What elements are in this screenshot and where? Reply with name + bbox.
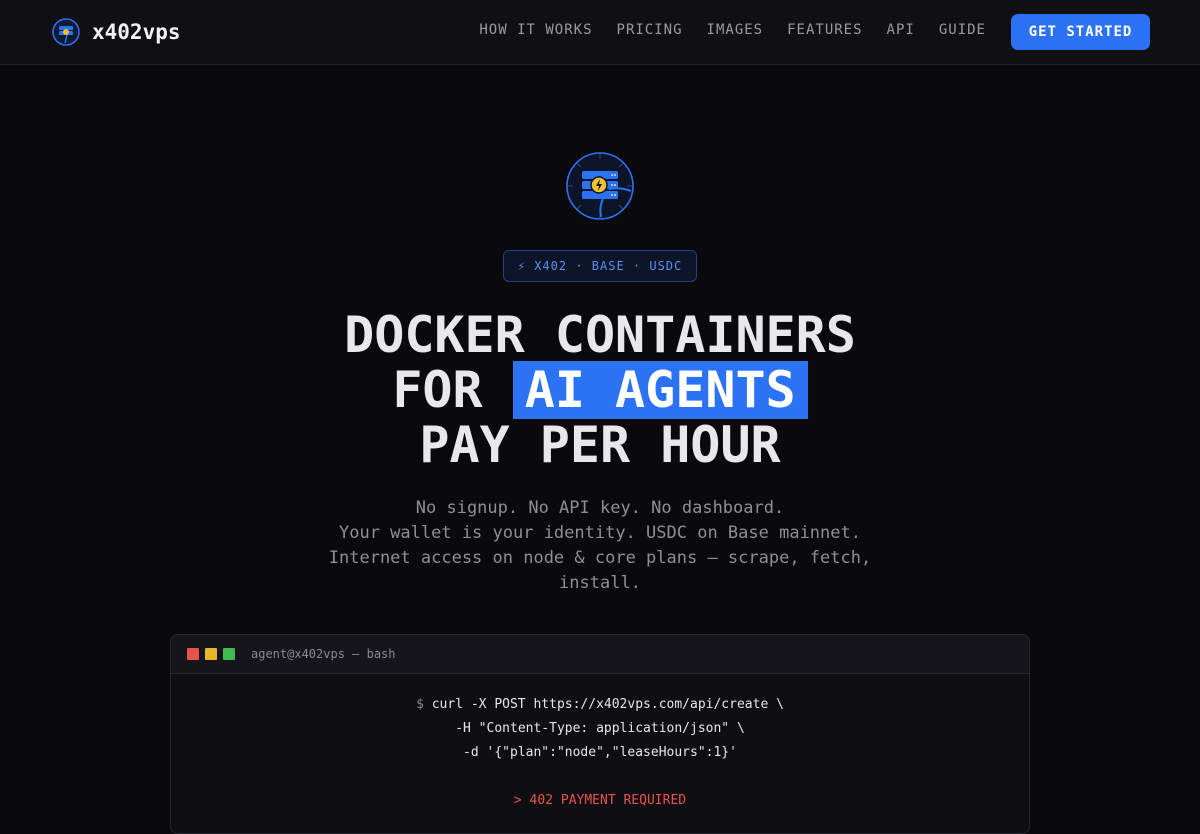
headline-highlight: AI AGENTS — [512, 361, 808, 419]
close-dot-icon — [187, 648, 199, 660]
nav-link-how-it-works[interactable]: HOW IT WORKS — [479, 22, 592, 38]
terminal-response: > 402 PAYMENT REQUIRED — [513, 793, 687, 808]
protocol-badge: ⚡ X402 · BASE · USDC — [503, 250, 697, 282]
nav-links: HOW IT WORKS PRICING IMAGES FEATURES API… — [455, 22, 986, 38]
terminal-titlebar: agent@x402vps — bash — [171, 635, 1029, 674]
terminal-command-line-3: -d '{"plan":"node","leaseHours":1}' — [463, 745, 737, 760]
subtitle-line-1: No signup. No API key. No dashboard. — [415, 498, 785, 518]
terminal-window: agent@x402vps — bash $ curl -X POST http… — [170, 634, 1030, 834]
nav-link-api[interactable]: API — [887, 22, 915, 38]
top-nav: x402vps HOW IT WORKS PRICING IMAGES FEAT… — [0, 0, 1200, 65]
maximize-dot-icon — [223, 648, 235, 660]
subtitle-line-3: Internet access on node & core plans — s… — [328, 548, 872, 593]
server-logo-icon — [52, 18, 80, 46]
terminal-command-line-2: -H "Content-Type: application/json" \ — [455, 721, 745, 736]
minimize-dot-icon — [205, 648, 217, 660]
terminal-body: $ curl -X POST https://x402vps.com/api/c… — [171, 674, 1029, 813]
nav-link-guide[interactable]: GUIDE — [939, 22, 986, 38]
brand[interactable]: x402vps — [51, 17, 181, 47]
nav-link-pricing[interactable]: PRICING — [617, 22, 683, 38]
nav-link-features[interactable]: FEATURES — [787, 22, 862, 38]
server-lightning-logo-icon — [566, 152, 634, 220]
command-text-1: curl -X POST https://x402vps.com/api/cre… — [431, 697, 784, 712]
headline-line-3: PAY PER HOUR — [419, 416, 781, 474]
subtitle-line-2: Your wallet is your identity. USDC on Ba… — [339, 523, 861, 543]
hero-subtitle: No signup. No API key. No dashboard. You… — [320, 496, 880, 596]
brand-name: x402vps — [92, 20, 181, 44]
hero-headline: DOCKER CONTAINERS FOR AI AGENTS PAY PER … — [0, 308, 1200, 473]
headline-line-1: DOCKER CONTAINERS — [344, 306, 856, 364]
nav-link-images[interactable]: IMAGES — [707, 22, 764, 38]
headline-line-2: FOR AI AGENTS — [0, 361, 1200, 419]
terminal-title: agent@x402vps — bash — [251, 647, 396, 661]
headline-line-2-prefix: FOR — [392, 361, 483, 419]
terminal-command-line-1: $ curl -X POST https://x402vps.com/api/c… — [171, 693, 1029, 717]
get-started-button[interactable]: GET STARTED — [1011, 14, 1150, 50]
terminal-prompt: $ — [416, 697, 424, 712]
